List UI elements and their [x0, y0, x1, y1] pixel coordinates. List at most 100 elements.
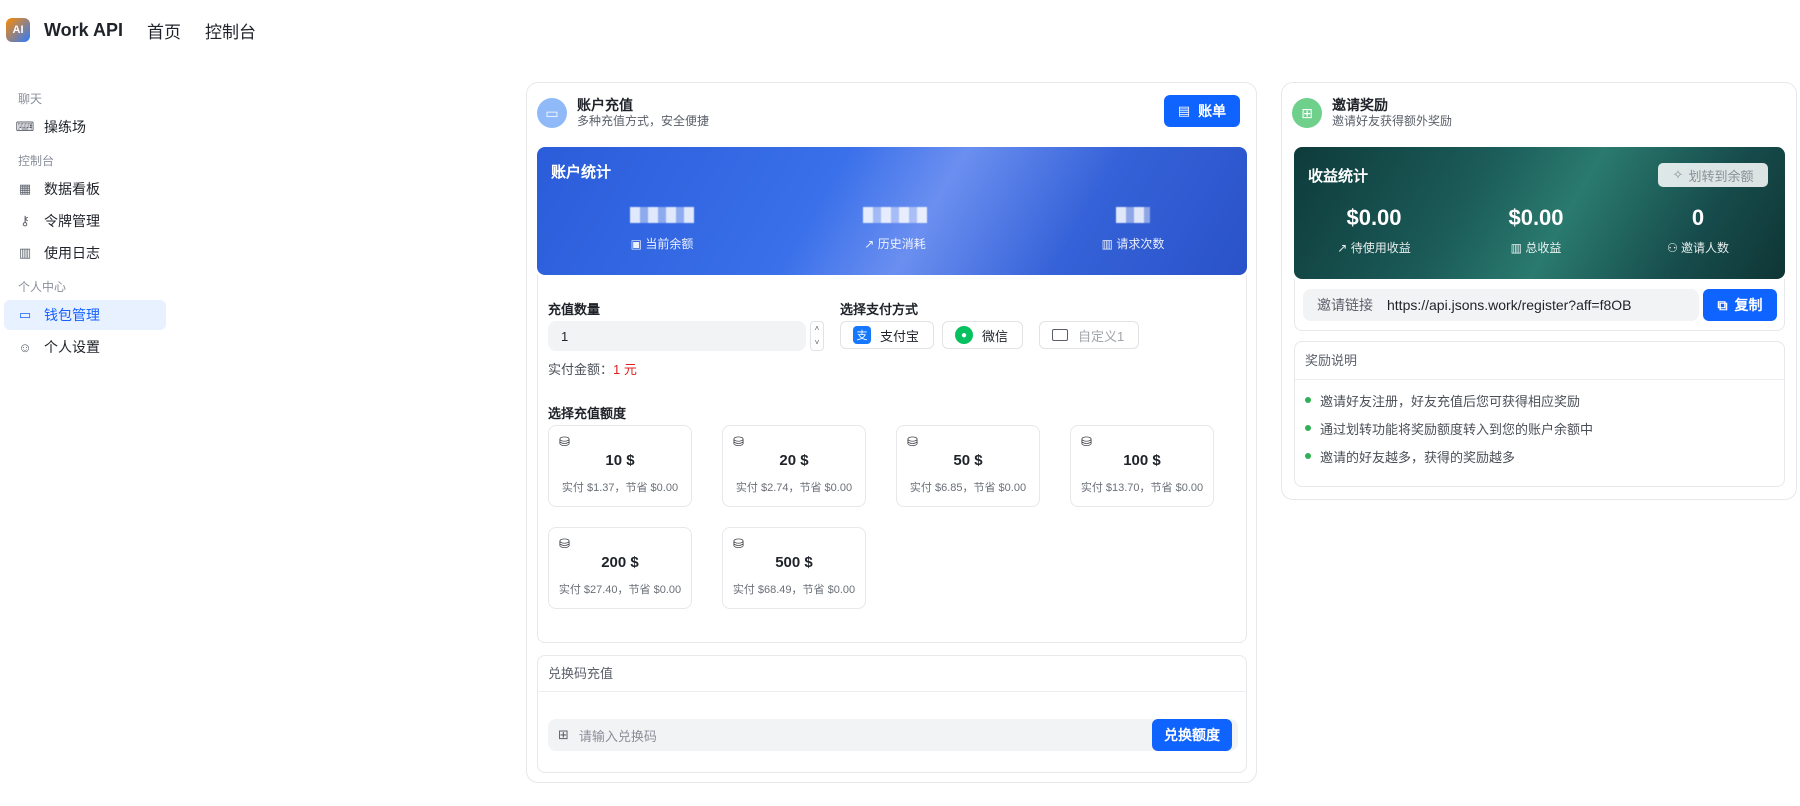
pay-amount-row: 实付金额：1 元 — [548, 359, 637, 378]
stat-pending-earnings: $0.00 ↗ 待使用收益 — [1324, 205, 1424, 256]
nav-console[interactable]: 控制台 — [205, 18, 256, 43]
amount-option-500[interactable]: ⛁ 500 $ 实付 $68.49，节省 $0.00 — [722, 527, 866, 609]
chart-bar-icon: ▥ — [1510, 241, 1526, 255]
reward-rules: 奖励说明 邀请好友注册，好友充值后您可获得相应奖励 通过划转功能将奖励额度转入到… — [1294, 341, 1785, 487]
reward-rules-list: 邀请好友注册，好友充值后您可获得相应奖励 通过划转功能将奖励额度转入到您的账户余… — [1295, 380, 1784, 470]
terminal-icon: ⌨ — [15, 119, 35, 134]
recharge-card: ▭ 账户充值 多种充值方式，安全便捷 ▤ 账单 账户统计 ▣ 当前余额 ↗ 历史… — [526, 82, 1257, 783]
amount-option-100[interactable]: ⛁ 100 $ 实付 $13.70，节省 $0.00 — [1070, 425, 1214, 507]
stat-invite-count: 0 ⚇ 邀请人数 — [1648, 205, 1748, 256]
redeem-placeholder: 请输入兑换码 — [578, 728, 657, 744]
chart-bar-icon: ▥ — [18, 245, 32, 260]
amount-option-200[interactable]: ⛁ 200 $ 实付 $27.40，节省 $0.00 — [548, 527, 692, 609]
copy-button[interactable]: ⧉ 复制 — [1703, 289, 1777, 321]
amount-value: 50 $ — [953, 452, 983, 469]
list-item: 邀请好友注册，好友充值后您可获得相应奖励 — [1295, 386, 1784, 414]
sidebar-item-settings[interactable]: ☺ 个人设置 — [4, 332, 166, 362]
sidebar-item-label: 个人设置 — [44, 339, 100, 355]
pay-custom1-button[interactable]: 自定义1 — [1039, 321, 1140, 349]
trend-up-icon: ↗ — [1337, 241, 1351, 255]
sidebar-group-chat: 聊天 — [18, 92, 43, 106]
invite-link-row: 邀请链接 https://api.jsons.work/register?aff… — [1294, 279, 1785, 331]
coins-icon: ⛁ — [907, 434, 918, 449]
bill-button-label: 账单 — [1198, 103, 1227, 119]
bullet-dot — [1305, 397, 1311, 403]
stat-value: 0 — [1691, 205, 1705, 230]
wallet-icon: ▭ — [18, 307, 32, 322]
amount-value: 20 $ — [779, 452, 809, 469]
sidebar-item-label: 使用日志 — [44, 245, 100, 261]
pay-method-label: 自定义1 — [1078, 328, 1125, 344]
coins-icon: ⛁ — [733, 536, 744, 551]
transfer-icon: ✧ — [1672, 167, 1684, 182]
stat-total-earnings: $0.00 ▥ 总收益 — [1486, 205, 1586, 256]
stat-requests: ▥ 请求次数 — [1078, 207, 1188, 252]
brand-name[interactable]: Work API — [44, 20, 123, 41]
sidebar-item-label: 钱包管理 — [44, 307, 100, 323]
transfer-button[interactable]: ✧ 划转到余额 — [1658, 163, 1768, 187]
logo-icon[interactable]: AI — [6, 18, 30, 42]
stat-label: 总收益 — [1525, 241, 1562, 255]
sidebar-group-personal: 个人中心 — [18, 280, 67, 294]
requests-value-blurred — [1116, 207, 1150, 223]
pay-amount-label: 实付金额： — [548, 362, 614, 377]
pay-method-label: 支付宝 — [880, 328, 920, 344]
quantity-input[interactable]: 1 — [548, 321, 806, 351]
coins-icon: ⛁ — [733, 434, 744, 449]
chevron-down-icon[interactable]: ˅ — [811, 336, 823, 350]
copy-button-label: 复制 — [1734, 297, 1763, 313]
account-stats-banner: 账户统计 ▣ 当前余额 ↗ 历史消耗 ▥ 请求次数 — [537, 147, 1247, 275]
redeem-section: 兑换码充值 ⊞ 请输入兑换码 兑换额度 — [537, 655, 1247, 773]
gift-icon: ⊞ — [558, 727, 569, 742]
recharge-title: 账户充值 — [577, 97, 633, 113]
credit-card-icon: ▭ — [537, 98, 567, 128]
sidebar-item-label: 数据看板 — [44, 181, 100, 197]
stat-label: 历史消耗 — [877, 237, 926, 251]
amount-desc: 实付 $6.85，节省 $0.00 — [909, 482, 1027, 494]
invite-link-field[interactable]: 邀请链接 https://api.jsons.work/register?aff… — [1303, 289, 1699, 321]
alipay-icon: 支 — [853, 326, 871, 344]
invite-link-value[interactable]: https://api.jsons.work/register?aff=f8OB — [1387, 297, 1631, 313]
bill-button[interactable]: ▤ 账单 — [1164, 95, 1240, 127]
list-item: 通过划转功能将奖励额度转入到您的账户余额中 — [1295, 414, 1784, 442]
amount-value: 10 $ — [605, 452, 635, 469]
nav-home[interactable]: 首页 — [147, 18, 181, 43]
recharge-card-header: ▭ 账户充值 多种充值方式，安全便捷 — [527, 83, 1256, 133]
sidebar-item-tokens[interactable]: ⚷ 令牌管理 — [4, 206, 166, 236]
gift-icon: ⊞ — [1292, 98, 1322, 128]
pay-method-label: 微信 — [982, 328, 1009, 344]
stat-label: 待使用收益 — [1350, 241, 1411, 255]
bullet-dot — [1305, 453, 1311, 459]
redeem-title: 兑换码充值 — [538, 656, 1246, 692]
amount-desc: 实付 $2.74，节省 $0.00 — [735, 482, 853, 494]
coins-icon: ⛁ — [1081, 434, 1092, 449]
sidebar-item-wallet[interactable]: ▭ 钱包管理 — [4, 300, 166, 330]
consumption-value-blurred — [863, 207, 927, 223]
stat-balance: ▣ 当前余额 — [607, 207, 717, 252]
amount-option-20[interactable]: ⛁ 20 $ 实付 $2.74，节省 $0.00 — [722, 425, 866, 507]
amount-option-10[interactable]: ⛁ 10 $ 实付 $1.37，节省 $0.00 — [548, 425, 692, 507]
invite-title: 邀请奖励 — [1332, 97, 1388, 113]
pay-alipay-button[interactable]: 支 支付宝 — [840, 321, 935, 349]
sidebar-item-dashboard[interactable]: ▦ 数据看板 — [4, 174, 166, 204]
sidebar-item-logs[interactable]: ▥ 使用日志 — [4, 238, 166, 268]
earnings-stats-banner: 收益统计 ✧ 划转到余额 $0.00 ↗ 待使用收益 $0.00 ▥ 总收益 0… — [1294, 147, 1785, 279]
sidebar-group-console: 控制台 — [18, 154, 55, 168]
reward-rules-title: 奖励说明 — [1295, 342, 1784, 380]
redeem-input[interactable]: ⊞ 请输入兑换码 — [548, 719, 1238, 751]
amount-option-50[interactable]: ⛁ 50 $ 实付 $6.85，节省 $0.00 — [896, 425, 1040, 507]
redeem-button[interactable]: 兑换额度 — [1152, 719, 1232, 751]
rule-text: 邀请好友注册，好友充值后您可获得相应奖励 — [1320, 393, 1581, 409]
chevron-up-icon[interactable]: ˄ — [811, 322, 823, 336]
stat-consumption: ↗ 历史消耗 — [840, 207, 950, 252]
sidebar-item-label: 令牌管理 — [44, 213, 100, 229]
amount-value: 100 $ — [1123, 452, 1161, 469]
wechat-icon: ● — [955, 326, 973, 344]
receipt-icon: ▤ — [1177, 103, 1191, 118]
quantity-stepper[interactable]: ˄ ˅ — [810, 321, 824, 351]
sidebar-item-label: 操练场 — [44, 119, 86, 135]
sidebar-item-playground[interactable]: ⌨ 操练场 — [4, 112, 166, 142]
pay-wechat-button[interactable]: ● 微信 — [942, 321, 1024, 349]
amount-desc: 实付 $13.70，节省 $0.00 — [1080, 482, 1204, 494]
stat-label: 当前余额 — [645, 237, 694, 251]
